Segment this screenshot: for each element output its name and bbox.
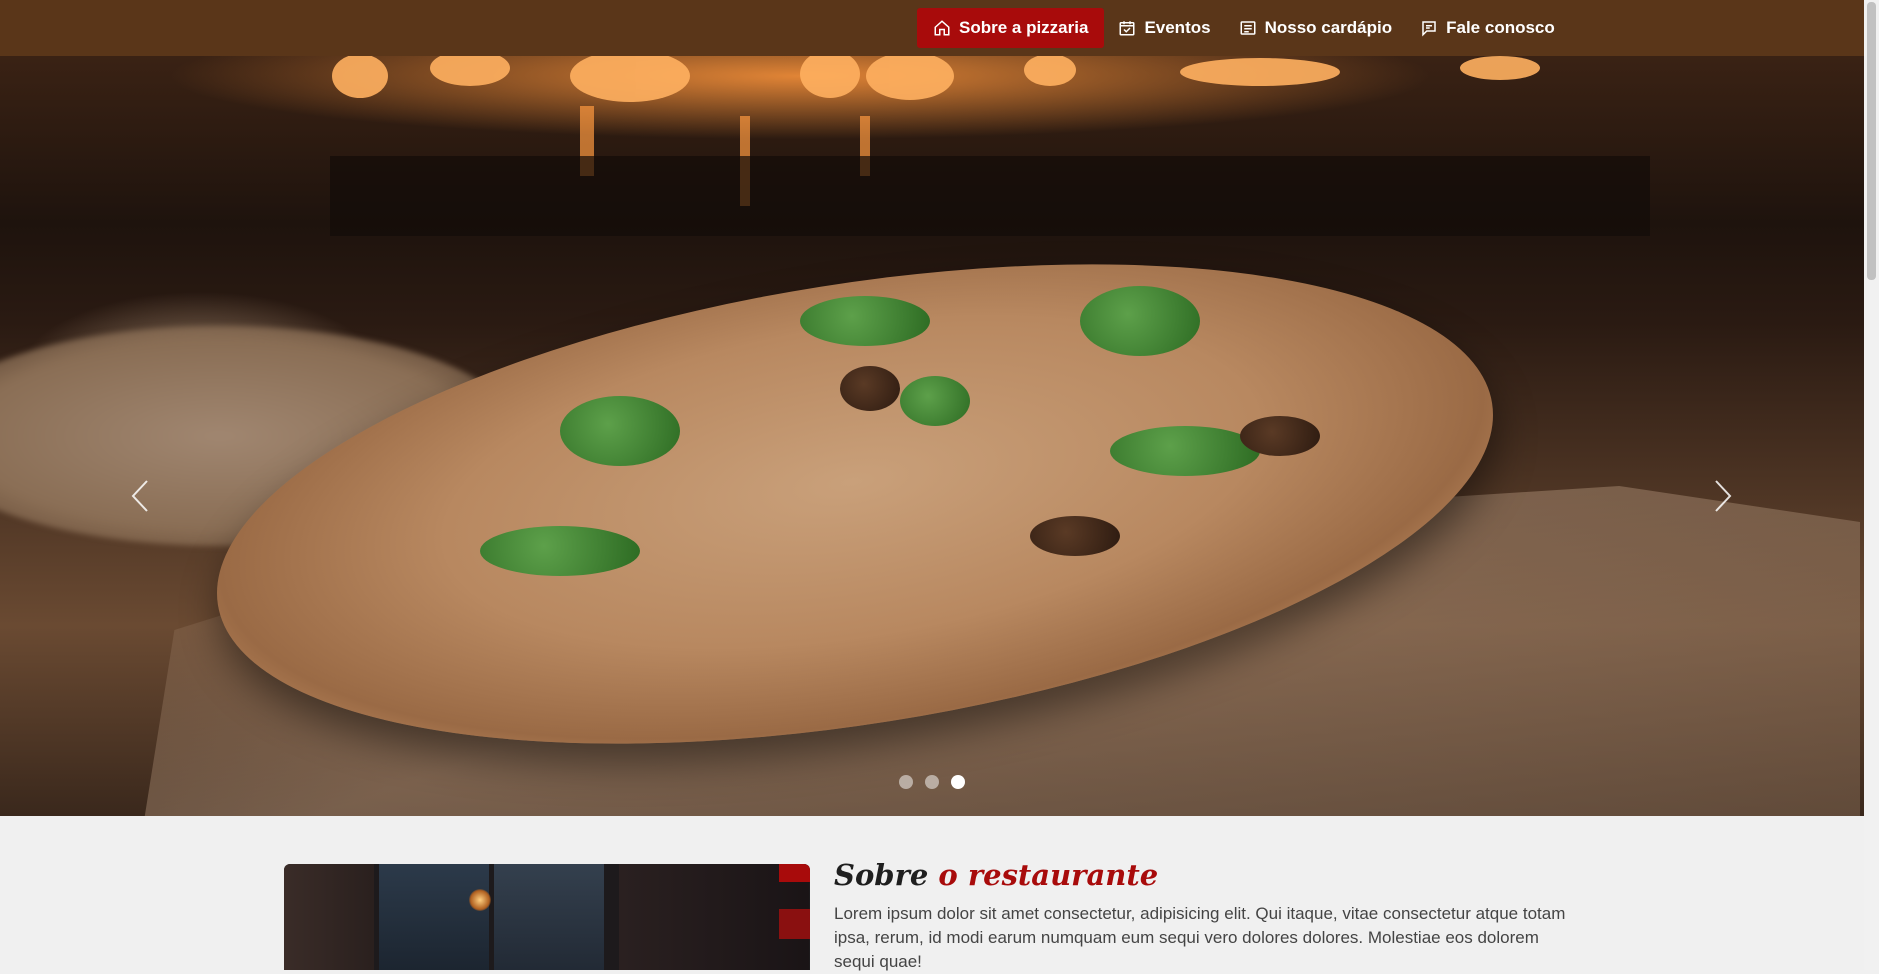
nav-label: Fale conosco xyxy=(1446,18,1555,37)
topping xyxy=(1080,286,1200,356)
nav-menu: Sobre a pizzaria Eventos Nosso cardápio … xyxy=(917,8,1569,48)
oven-flames-image xyxy=(330,56,1650,236)
about-heading-accent: o restaurante xyxy=(938,858,1159,892)
calendar-check-icon xyxy=(1118,19,1136,37)
nav-label: Eventos xyxy=(1144,18,1211,37)
topping xyxy=(1030,516,1120,556)
nav-item-cardapio[interactable]: Nosso cardápio xyxy=(1225,8,1407,48)
carousel-indicator-3[interactable] xyxy=(951,775,965,789)
carousel-next-button[interactable] xyxy=(1708,476,1738,516)
topping xyxy=(480,526,640,576)
topping xyxy=(560,396,680,466)
menu-card-icon xyxy=(1239,19,1257,37)
topping xyxy=(1110,426,1260,476)
home-icon xyxy=(933,19,951,37)
carousel-prev-button[interactable] xyxy=(125,476,155,516)
nav-label: Sobre a pizzaria xyxy=(959,18,1089,37)
nav-item-eventos[interactable]: Eventos xyxy=(1104,8,1224,48)
chevron-left-icon xyxy=(131,480,148,512)
topping xyxy=(1240,416,1320,456)
about-heading: Sobre o restaurante xyxy=(834,858,1158,892)
scrollbar-thumb[interactable] xyxy=(1867,2,1876,280)
chat-icon xyxy=(1420,19,1438,37)
topping xyxy=(800,296,930,346)
about-heading-part1: Sobre xyxy=(834,858,929,892)
carousel-indicators xyxy=(0,775,1864,789)
about-paragraph: Lorem ipsum dolor sit amet consectetur, … xyxy=(834,904,1566,971)
restaurant-interior-image xyxy=(284,864,810,970)
page-scrollbar[interactable] xyxy=(1864,0,1879,970)
carousel-indicator-1[interactable] xyxy=(899,775,913,789)
nav-item-fale-conosco[interactable]: Fale conosco xyxy=(1406,8,1569,48)
top-navbar: Sobre a pizzaria Eventos Nosso cardápio … xyxy=(0,0,1864,56)
hero-carousel xyxy=(0,56,1864,816)
topping xyxy=(840,366,900,411)
topping xyxy=(900,376,970,426)
chevron-right-icon xyxy=(1715,480,1732,512)
nav-item-sobre[interactable]: Sobre a pizzaria xyxy=(917,8,1105,48)
carousel-indicator-2[interactable] xyxy=(925,775,939,789)
nav-label: Nosso cardápio xyxy=(1264,18,1393,37)
